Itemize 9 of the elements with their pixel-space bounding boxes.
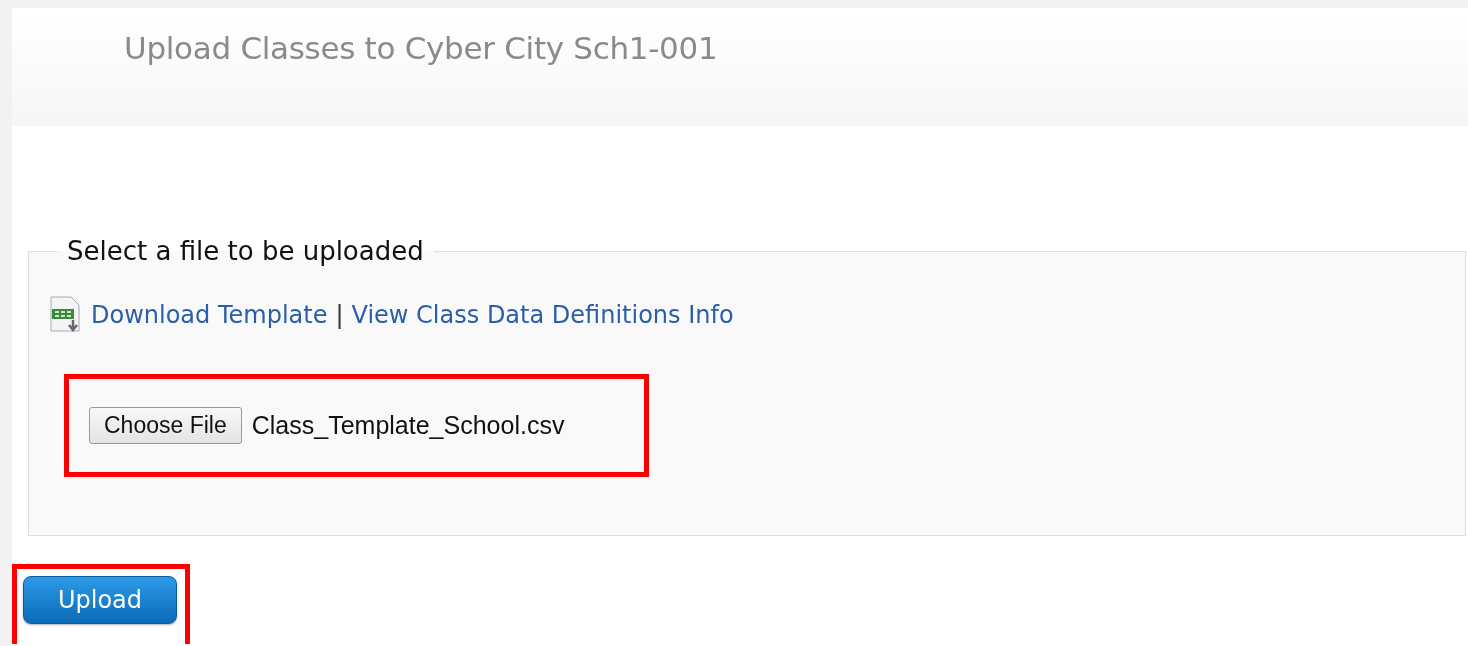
upload-button[interactable]: Upload (23, 576, 177, 624)
download-link[interactable]: Download Template (91, 301, 328, 329)
info-link[interactable]: View Class Data Definitions Info (351, 301, 734, 329)
file-name: Class_Template_School.csv (251, 411, 565, 440)
page-title: Upload Classes to Cyber City Sch1-001 (124, 30, 718, 66)
csv-file-icon (49, 296, 83, 334)
link-separator: | (335, 301, 344, 329)
choose-file-button[interactable]: Choose File (89, 407, 242, 444)
panel-legend: Select a file to be uploaded (57, 236, 434, 266)
